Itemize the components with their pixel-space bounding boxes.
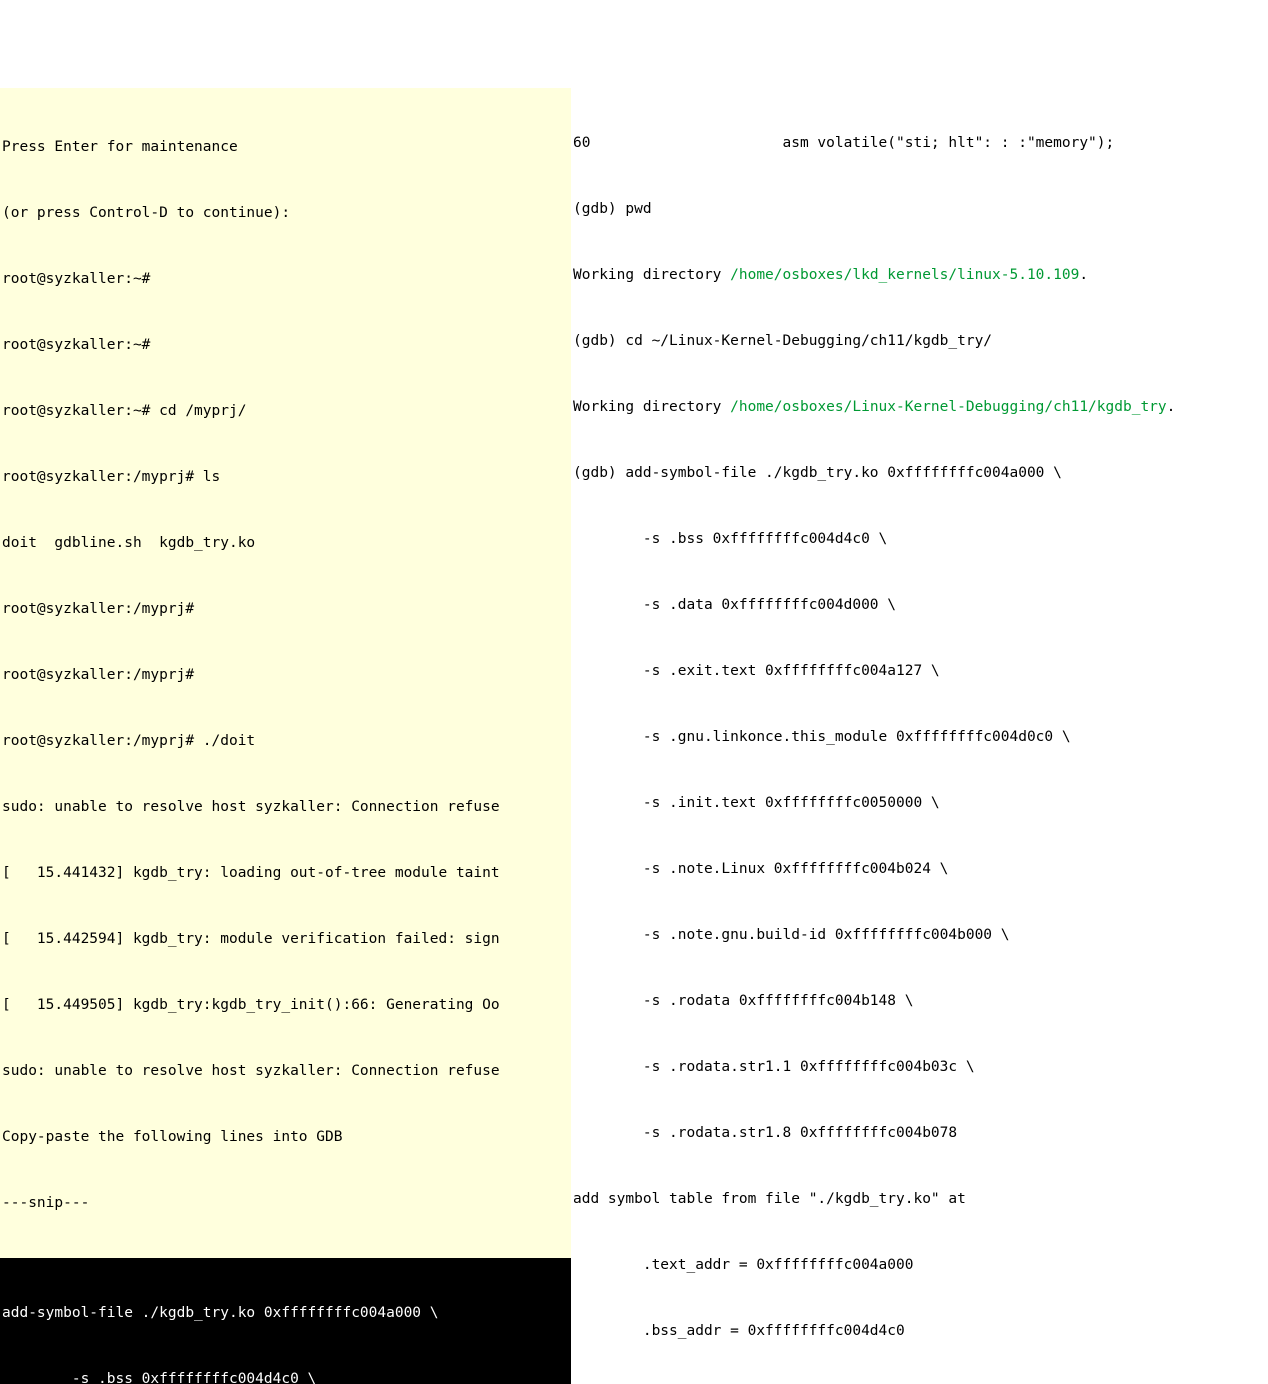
term-line: sudo: unable to resolve host syzkaller: …	[2, 796, 569, 818]
term-line: -s .data 0xffffffffc004d000 \	[573, 594, 1268, 616]
term-line: -s .rodata.str1.1 0xffffffffc004b03c \	[573, 1056, 1268, 1078]
term-line: [ 15.449505] kgdb_try:kgdb_try_init():66…	[2, 994, 569, 1016]
path-text: /home/osboxes/Linux-Kernel-Debugging/ch1…	[730, 399, 1167, 415]
term-line: -s .bss 0xffffffffc004d4c0 \	[573, 528, 1268, 550]
term-line: doit gdbline.sh kgdb_try.ko	[2, 532, 569, 554]
term-line: Press Enter for maintenance	[2, 136, 569, 158]
term-line: root@syzkaller:/myprj#	[2, 598, 569, 620]
term-line: -s .note.gnu.build-id 0xffffffffc004b000…	[573, 924, 1268, 946]
term-line: root@syzkaller:~# cd /myprj/	[2, 400, 569, 422]
term-line: (gdb) add-symbol-file ./kgdb_try.ko 0xff…	[573, 462, 1268, 484]
left-highlight-block: add-symbol-file ./kgdb_try.ko 0xffffffff…	[0, 1258, 571, 1384]
term-line: (gdb) pwd	[573, 198, 1268, 220]
term-line: -s .note.Linux 0xffffffffc004b024 \	[573, 858, 1268, 880]
term-line: -s .gnu.linkonce.this_module 0xffffffffc…	[573, 726, 1268, 748]
term-line: -s .exit.text 0xffffffffc004a127 \	[573, 660, 1268, 682]
term-line: root@syzkaller:/myprj# ls	[2, 466, 569, 488]
term-line: root@syzkaller:~#	[2, 334, 569, 356]
path-text: /home/osboxes/lkd_kernels/linux-5.10.109	[730, 267, 1079, 283]
left-output-top: Press Enter for maintenance (or press Co…	[0, 88, 571, 1258]
term-line: Copy-paste the following lines into GDB	[2, 1126, 569, 1148]
term-line: Working directory /home/osboxes/lkd_kern…	[573, 264, 1268, 286]
term-line: -s .bss 0xffffffffc004d4c0 \	[2, 1368, 569, 1384]
term-line: [ 15.442594] kgdb_try: module verificati…	[2, 928, 569, 950]
term-line: -s .init.text 0xffffffffc0050000 \	[573, 792, 1268, 814]
term-line: Working directory /home/osboxes/Linux-Ke…	[573, 396, 1268, 418]
term-line: (gdb) cd ~/Linux-Kernel-Debugging/ch11/k…	[573, 330, 1268, 352]
term-line: (or press Control-D to continue):	[2, 202, 569, 224]
term-line: ---snip---	[2, 1192, 569, 1214]
term-line: root@syzkaller:/myprj#	[2, 664, 569, 686]
right-terminal-gdb[interactable]: 60 asm volatile("sti; hlt": : :"memory")…	[571, 88, 1268, 780]
left-terminal[interactable]: Press Enter for maintenance (or press Co…	[0, 88, 571, 780]
term-line: root@syzkaller:~#	[2, 268, 569, 290]
term-line: [ 15.441432] kgdb_try: loading out-of-tr…	[2, 862, 569, 884]
term-line: root@syzkaller:/myprj# ./doit	[2, 730, 569, 752]
term-line: -s .rodata.str1.8 0xffffffffc004b078	[573, 1122, 1268, 1144]
term-line: .text_addr = 0xffffffffc004a000	[573, 1254, 1268, 1276]
term-line: add symbol table from file "./kgdb_try.k…	[573, 1188, 1268, 1210]
term-line: .bss_addr = 0xffffffffc004d4c0	[573, 1320, 1268, 1342]
split-terminal: Press Enter for maintenance (or press Co…	[0, 88, 1268, 780]
term-line: sudo: unable to resolve host syzkaller: …	[2, 1060, 569, 1082]
term-line: add-symbol-file ./kgdb_try.ko 0xffffffff…	[2, 1302, 569, 1324]
term-line: -s .rodata 0xffffffffc004b148 \	[573, 990, 1268, 1012]
term-line: 60 asm volatile("sti; hlt": : :"memory")…	[573, 132, 1268, 154]
